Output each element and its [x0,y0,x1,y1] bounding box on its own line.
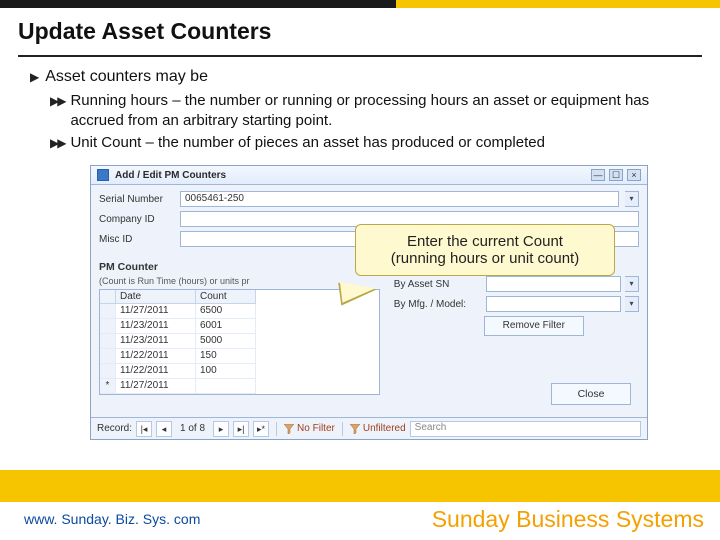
nav-first-button[interactable]: |◂ [136,421,152,437]
callout-line1: Enter the current Count [366,233,604,250]
nav-next-button[interactable]: ▸ [213,421,229,437]
sub-bullet: ▶▶ Unit Count – the number of pieces an … [50,133,698,153]
search-input[interactable]: Search [410,421,641,437]
pm-area: PM Counter (Count is Run Time (hours) or… [91,257,647,397]
funnel-icon [350,424,360,434]
remove-filter-button[interactable]: Remove Filter [484,316,584,336]
cell-count[interactable]: 100 [196,364,256,379]
nav-new-button[interactable]: ▸* [253,421,269,437]
nav-prev-button[interactable]: ◂ [156,421,172,437]
no-filter-text: No Filter [297,423,335,434]
window-controls: — ☐ × [591,169,641,181]
close-window-button[interactable]: × [627,169,641,181]
bullet-main: ▶ Asset counters may be [30,67,698,87]
footer-band: www. Sunday. Biz. Sys. com Sunday Busine… [0,470,720,540]
callout-bubble: Enter the current Count (running hours o… [355,224,615,276]
separator [342,422,343,436]
record-navigator: Record: |◂ ◂ 1 of 8 ▸ ▸| ▸* No Filter Un… [91,417,647,439]
unfiltered-text: Unfiltered [363,423,406,434]
cell-count[interactable]: 5000 [196,334,256,349]
minimize-button[interactable]: — [591,169,605,181]
filter-mfg-dropdown[interactable] [486,296,621,312]
sub-bullet: ▶▶ Running hours – the number or running… [50,91,698,131]
grid-row[interactable]: 11/23/2011 6001 [100,319,379,334]
footer-brand: Sunday Business Systems [432,506,704,533]
accent-stripe [0,0,720,8]
record-counter: 1 of 8 [176,423,209,434]
sub-bullet-text: Running hours – the number or running or… [70,91,698,131]
row-header [100,319,116,334]
filter-sn-dropdown[interactable] [486,276,621,292]
separator [276,422,277,436]
cell-date[interactable]: 11/23/2011 [116,334,196,349]
callout-line2: (running hours or unit count) [366,250,604,267]
row-header [100,364,116,379]
bullet-icon: ▶▶ [50,133,64,153]
slide-body: ▶ Asset counters may be ▶▶ Running hours… [0,67,720,440]
filter-mfg-label: By Mfg. / Model: [394,299,482,310]
grid-row-new[interactable]: * 11/27/2011 [100,379,379,394]
cell-date[interactable]: 11/22/2011 [116,349,196,364]
filter-sn-label: By Asset SN [394,279,482,290]
row-header [100,334,116,349]
cell-count[interactable]: 150 [196,349,256,364]
grid-header-cell: Date [116,290,196,304]
title-area: Update Asset Counters [0,8,720,51]
funnel-icon [284,424,294,434]
window-icon [97,169,109,181]
row-header: * [100,379,116,394]
company-label: Company ID [99,214,174,225]
grid-row[interactable]: 11/23/2011 5000 [100,334,379,349]
row-header [100,304,116,319]
title-rule [18,55,702,57]
cell-date[interactable]: 11/22/2011 [116,364,196,379]
record-label: Record: [97,423,132,434]
cell-date[interactable]: 11/23/2011 [116,319,196,334]
grid-row[interactable]: 11/27/2011 6500 [100,304,379,319]
window-title: Add / Edit PM Counters [115,170,226,181]
nav-last-button[interactable]: ▸| [233,421,249,437]
cell-date[interactable]: 11/27/2011 [116,379,196,394]
bullet-main-text: Asset counters may be [45,67,208,87]
dropdown-icon[interactable]: ▾ [625,191,639,207]
maximize-button[interactable]: ☐ [609,169,623,181]
dropdown-icon[interactable]: ▾ [625,276,639,292]
app-window: Add / Edit PM Counters — ☐ × Serial Numb… [90,165,648,440]
footer-url: www. Sunday. Biz. Sys. com [24,511,200,527]
pm-counter-title: PM Counter [99,261,380,273]
row-header [100,349,116,364]
grid-header-cell: Count [196,290,256,304]
unfiltered-indicator[interactable]: Unfiltered [350,423,406,434]
cell-count[interactable]: 6001 [196,319,256,334]
grid-row[interactable]: 11/22/2011 150 [100,349,379,364]
slide-title: Update Asset Counters [18,18,702,45]
no-filter-indicator[interactable]: No Filter [284,423,335,434]
cell-count[interactable]: 6500 [196,304,256,319]
cell-count[interactable] [196,379,256,394]
dropdown-icon[interactable]: ▾ [625,296,639,312]
window-titlebar: Add / Edit PM Counters — ☐ × [91,166,647,185]
serial-label: Serial Number [99,194,174,205]
sub-bullet-text: Unit Count – the number of pieces an ass… [70,133,544,153]
close-button[interactable]: Close [551,383,631,405]
grid-row[interactable]: 11/22/2011 100 [100,364,379,379]
cell-date[interactable]: 11/27/2011 [116,304,196,319]
footer-inner: www. Sunday. Biz. Sys. com Sunday Busine… [0,502,720,540]
bullet-icon: ▶▶ [50,91,64,131]
grid-header-cell [100,290,116,304]
sub-bullets: ▶▶ Running hours – the number or running… [30,91,698,153]
serial-input[interactable]: 0065461-250 [180,191,619,207]
bullet-icon: ▶ [30,67,39,87]
misc-label: Misc ID [99,234,174,245]
